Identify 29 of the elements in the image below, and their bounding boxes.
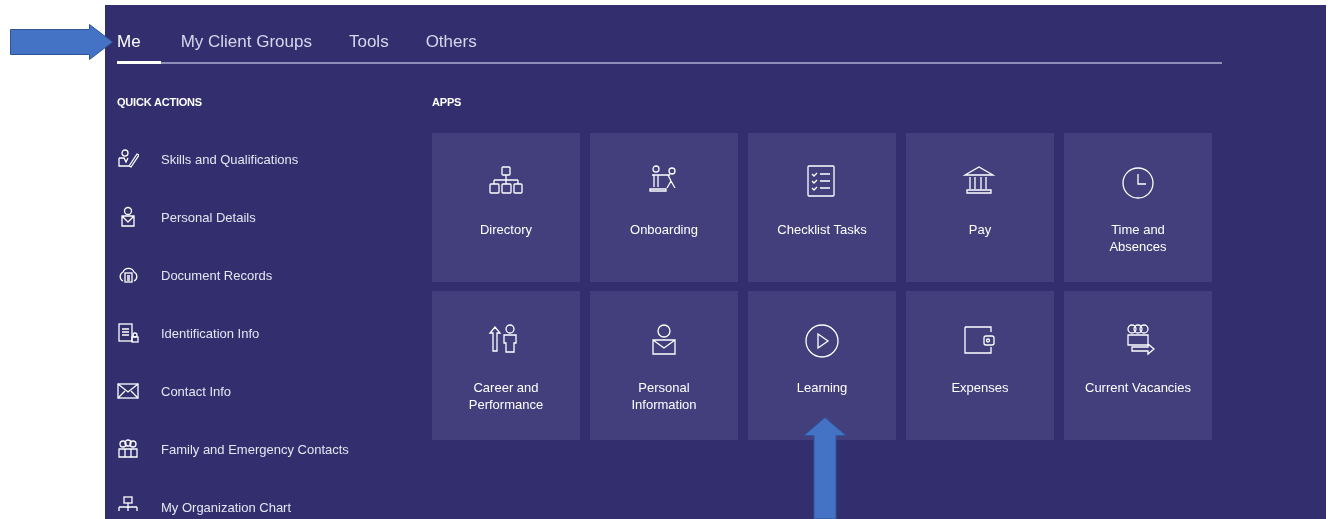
clock-icon bbox=[1120, 165, 1156, 201]
app-tile[interactable]: Onboarding bbox=[590, 133, 738, 282]
app-tile[interactable]: Career and Performance bbox=[432, 291, 580, 440]
people-icon bbox=[117, 438, 139, 460]
app-tile[interactable]: Checklist Tasks bbox=[748, 133, 896, 282]
app-tile[interactable]: Personal Information bbox=[590, 291, 738, 440]
quick-action-link[interactable]: Contact Info bbox=[161, 383, 232, 399]
app-tile[interactable]: Learning bbox=[748, 291, 896, 440]
id-document-icon bbox=[117, 322, 139, 344]
quick-action-link[interactable]: Family and Emergency Contacts bbox=[161, 441, 349, 457]
quick-action-link[interactable]: My Organization Chart bbox=[161, 499, 292, 515]
app-tile[interactable]: Current Vacancies bbox=[1064, 291, 1212, 440]
quick-action-link[interactable]: Personal Details bbox=[161, 209, 256, 225]
section-heading: QUICK ACTIONS bbox=[117, 96, 203, 108]
nav-tab[interactable]: Tools bbox=[348, 5, 389, 64]
nav-tab[interactable]: Others bbox=[425, 5, 477, 64]
quick-action-link[interactable]: Identification Info bbox=[161, 325, 260, 341]
section-heading: APPS bbox=[432, 96, 463, 108]
quick-action-link[interactable]: Skills and Qualifications bbox=[161, 151, 299, 167]
envelope-icon bbox=[117, 380, 139, 402]
app-tile[interactable]: Time and Absences bbox=[1064, 133, 1212, 282]
nav-tab[interactable]: Me bbox=[117, 5, 161, 64]
quick-action-link[interactable]: Document Records bbox=[161, 267, 273, 283]
play-icon bbox=[804, 323, 840, 359]
nav-tab[interactable]: My Client Groups bbox=[180, 5, 312, 64]
app-tile[interactable]: Expenses bbox=[906, 291, 1054, 440]
app-tile[interactable]: Directory bbox=[432, 133, 580, 282]
skills-icon bbox=[117, 148, 139, 170]
app-tile[interactable]: Pay bbox=[906, 133, 1054, 282]
